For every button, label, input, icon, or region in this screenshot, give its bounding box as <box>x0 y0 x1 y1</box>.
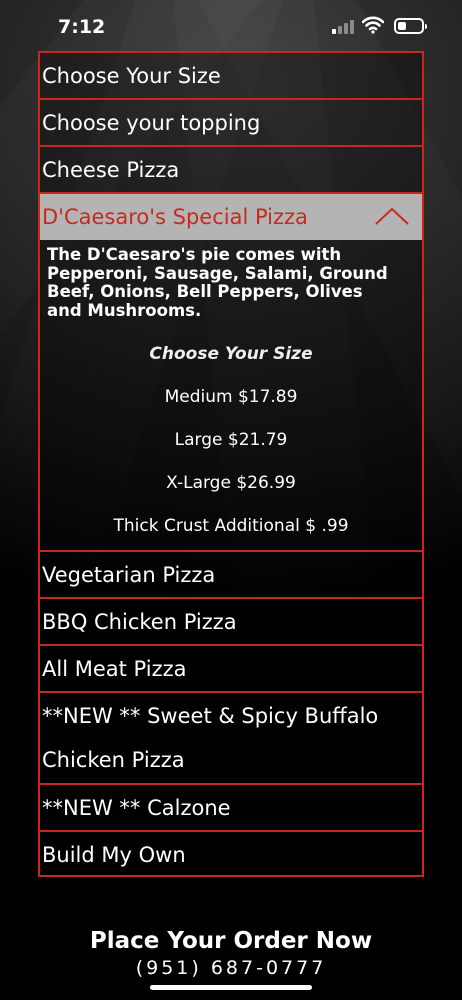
size-heading: Choose Your Size <box>149 344 313 364</box>
special-pizza-description: The D'Caesaro's pie comes with Pepperoni… <box>47 245 388 320</box>
menu-item-choose-topping[interactable]: Choose your topping <box>40 100 422 147</box>
menu-item-buffalo-line2: Chicken Pizza <box>42 748 185 772</box>
pizza-menu: Choose Your Size Choose your topping Che… <box>38 51 424 877</box>
place-order-link[interactable]: Place Your Order Now <box>0 928 462 954</box>
chevron-up-icon[interactable] <box>374 204 410 228</box>
price-large: Large $21.79 <box>174 430 288 450</box>
signal-icon <box>332 20 354 34</box>
phone-number-link[interactable]: (951) 687-0777 <box>0 957 462 979</box>
wifi-icon <box>362 16 384 34</box>
menu-item-choose-size[interactable]: Choose Your Size <box>40 53 422 100</box>
price-x-large: X-Large $26.99 <box>166 473 296 493</box>
menu-item-build-my-own[interactable]: Build My Own <box>40 832 422 877</box>
battery-icon <box>394 18 427 34</box>
menu-item-calzone[interactable]: **NEW ** Calzone <box>40 785 422 832</box>
menu-item-special-pizza-label: D'Caesaro's Special Pizza <box>42 205 308 229</box>
menu-item-special-pizza-header[interactable]: D'Caesaro's Special Pizza <box>40 194 422 240</box>
home-indicator[interactable] <box>150 985 312 990</box>
status-bar: 7:12 <box>0 0 462 50</box>
screen: 7:12 Choose Your Size Choose your toppin… <box>0 0 462 1000</box>
menu-item-buffalo-chicken-pizza[interactable]: **NEW ** Sweet & Spicy Buffalo Chicken P… <box>40 693 422 785</box>
menu-item-buffalo-line1: **NEW ** Sweet & Spicy Buffalo <box>42 704 379 728</box>
menu-item-all-meat-pizza[interactable]: All Meat Pizza <box>40 646 422 693</box>
status-time: 7:12 <box>58 16 106 38</box>
menu-item-bbq-chicken-pizza[interactable]: BBQ Chicken Pizza <box>40 599 422 646</box>
price-medium: Medium $17.89 <box>164 387 298 407</box>
menu-item-vegetarian-pizza[interactable]: Vegetarian Pizza <box>40 552 422 599</box>
menu-item-cheese-pizza[interactable]: Cheese Pizza <box>40 147 422 194</box>
price-thick-crust: Thick Crust Additional $ .99 <box>113 516 349 536</box>
special-pizza-details: The D'Caesaro's pie comes with Pepperoni… <box>40 240 422 552</box>
